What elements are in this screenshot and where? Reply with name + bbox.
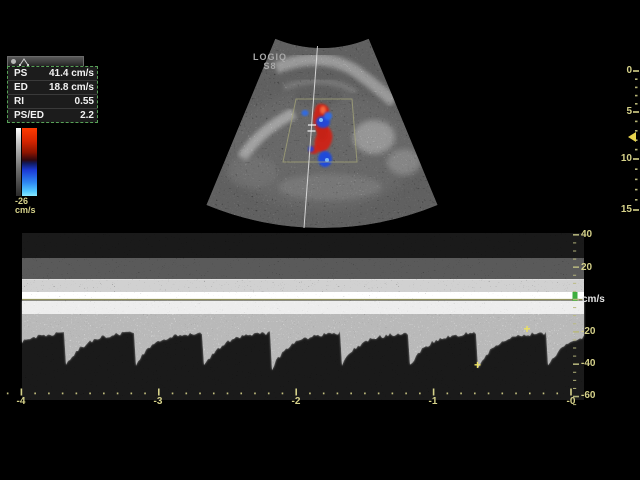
- result-label: PS/ED: [14, 110, 44, 121]
- velocity-label-neg40: -40: [581, 358, 617, 369]
- focus-position-marker[interactable]: [628, 132, 636, 142]
- result-row-psed: PS/ED 2.2: [8, 109, 97, 122]
- grayscale-bar: [16, 128, 21, 196]
- color-scale-label: -26 cm/s: [15, 197, 36, 215]
- result-value: 2.2: [80, 110, 94, 121]
- baseline-unit-label: cm/s: [582, 294, 605, 305]
- color-flow-bar: [22, 128, 37, 196]
- result-value: 18.8 cm/s: [49, 82, 94, 93]
- velocity-label-20: 20: [581, 262, 617, 273]
- result-row-ri: RI 0.55: [8, 95, 97, 109]
- results-panel: PS 41.4 cm/s ED 18.8 cm/s RI 0.55 PS/ED …: [7, 56, 98, 123]
- caliper-marker-0[interactable]: +: [473, 359, 483, 371]
- depth-label-15: 15: [610, 204, 632, 215]
- results-panel-header[interactable]: [7, 56, 84, 66]
- depth-label-0: 0: [610, 65, 632, 76]
- spectral-display: [22, 233, 584, 400]
- color-velocity-scale: [16, 128, 37, 196]
- result-label: ED: [14, 82, 28, 93]
- result-value: 0.55: [75, 96, 94, 107]
- time-label-3: -3: [144, 396, 172, 407]
- depth-label-5: 5: [610, 106, 632, 117]
- time-label-0: -0: [557, 396, 585, 407]
- time-label-2: -2: [282, 396, 310, 407]
- result-label: RI: [14, 96, 24, 107]
- velocity-label-neg20: -20: [581, 326, 617, 337]
- result-label: PS: [14, 68, 27, 79]
- time-label-1: -1: [419, 396, 447, 407]
- caliper-marker-1[interactable]: +: [522, 323, 532, 335]
- time-label-4: -4: [7, 396, 35, 407]
- result-value: 41.4 cm/s: [49, 68, 94, 79]
- velocity-label-40: 40: [581, 229, 617, 240]
- result-row-ed: ED 18.8 cm/s: [8, 81, 97, 95]
- result-row-ps: PS 41.4 cm/s: [8, 67, 97, 81]
- depth-label-10: 10: [610, 153, 632, 164]
- ultrasound-screen: PS 41.4 cm/s ED 18.8 cm/s RI 0.55 PS/ED …: [0, 0, 640, 480]
- velocity-label-neg60: -60: [581, 390, 617, 401]
- caliper-icon: [19, 58, 29, 66]
- trackball-icon: [11, 59, 16, 64]
- machine-logo: LOGIQ S8: [238, 53, 302, 71]
